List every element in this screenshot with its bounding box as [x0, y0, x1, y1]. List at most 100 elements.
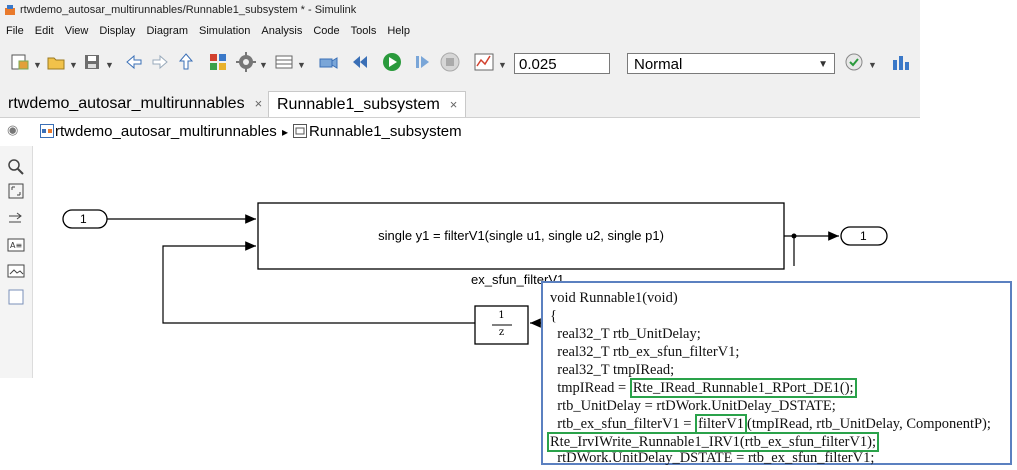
check-circle-icon — [845, 53, 863, 71]
chevron-down-icon: ▼ — [297, 60, 306, 70]
highlight-rte-irviwrite: Rte_IrvIWrite_Runnable1_IRV1(rtb_ex_sfun… — [547, 432, 880, 452]
stop-icon — [440, 52, 460, 72]
svg-text:A≡: A≡ — [10, 241, 22, 250]
fit-to-view-icon[interactable] — [7, 182, 25, 200]
model-tabs: rtwdemo_autosar_multirunnables × Runnable… — [0, 91, 920, 117]
close-icon[interactable]: × — [450, 97, 458, 112]
code-line: rtb_ex_sfun_filterV1 = filterV1 (tmpIRead… — [550, 414, 991, 434]
code-line: real32_T rtb_ex_sfun_filterV1; — [550, 344, 740, 360]
code-text: tmpIRead = — [550, 380, 630, 396]
simulink-app-icon — [5, 5, 15, 15]
stop-button[interactable] — [440, 52, 462, 74]
code-line: { — [550, 308, 557, 324]
outport-label: 1 — [860, 229, 867, 243]
window-title: rtwdemo_autosar_multirunnables/Runnable1… — [20, 4, 357, 16]
tab-runnable1-subsystem[interactable]: Runnable1_subsystem × — [268, 91, 467, 117]
step-back-config-button[interactable] — [318, 52, 340, 74]
chevron-down-icon: ▼ — [868, 60, 877, 70]
breadcrumb: ◉ rtwdemo_autosar_multirunnables ▸ Runna… — [0, 117, 920, 147]
chevron-down-icon: ▼ — [498, 60, 507, 70]
library-browser-icon — [210, 54, 226, 70]
code-line: rtb_UnitDelay = rtDWork.UnitDelay_DSTATE… — [550, 398, 836, 414]
subsystem-icon — [293, 124, 307, 138]
code-line: Rte_IrvIWrite_Runnable1_IRV1(rtb_ex_sfun… — [547, 432, 880, 452]
chevron-down-icon: ▼ — [105, 60, 114, 70]
code-line: void Runnable1(void) — [550, 290, 678, 306]
breadcrumb-separator: ▸ — [282, 125, 289, 139]
stop-time-input[interactable]: 0.025 — [514, 53, 610, 74]
menu-view[interactable]: View — [59, 22, 94, 40]
block-palette: A≡ — [0, 146, 33, 378]
menu-diagram[interactable]: Diagram — [140, 22, 193, 40]
code-line: rtDWork.UnitDelay_DSTATE = rtb_ex_sfun_f… — [550, 450, 875, 466]
model-advisor-button[interactable]: ▼ — [844, 52, 880, 74]
play-icon — [383, 53, 401, 71]
area-icon[interactable] — [7, 288, 25, 306]
arrow-right-icon — [152, 54, 168, 70]
step-back-button[interactable] — [350, 52, 372, 74]
tab-label: Runnable1_subsystem — [277, 96, 440, 113]
menu-edit[interactable]: Edit — [29, 22, 59, 40]
menu-help[interactable]: Help — [381, 22, 415, 40]
new-model-icon — [11, 54, 29, 70]
library-browser-button[interactable] — [208, 52, 230, 74]
save-button[interactable]: ▼ — [82, 52, 116, 74]
model-icon — [40, 124, 54, 138]
folder-icon — [47, 57, 65, 70]
step-back-icon — [353, 56, 367, 68]
up-button[interactable] — [176, 52, 198, 74]
hide-explorer-bar-icon[interactable]: ◉ — [7, 120, 18, 140]
forward-button[interactable] — [150, 52, 172, 74]
tab-label: rtwdemo_autosar_multirunnables — [8, 95, 245, 112]
arrow-left-icon — [126, 54, 142, 70]
delay-numerator: 1 — [498, 310, 505, 321]
step-forward-button[interactable] — [412, 52, 434, 74]
arrows-icon[interactable] — [7, 210, 25, 228]
signal-graph-icon — [474, 53, 494, 71]
breadcrumb-root[interactable]: rtwdemo_autosar_multirunnables — [55, 122, 277, 142]
camera-icon — [319, 57, 338, 69]
menu-tools[interactable]: Tools — [345, 22, 382, 40]
model-settings-button[interactable]: ▼ — [236, 52, 270, 74]
gear-icon — [236, 52, 256, 72]
simulation-mode-select[interactable]: Normal ▼ — [627, 53, 835, 74]
back-button[interactable] — [124, 52, 146, 74]
zoom-icon[interactable] — [7, 158, 25, 176]
save-icon — [85, 55, 99, 69]
code-line: real32_T rtb_UnitDelay; — [550, 326, 701, 342]
menu-display[interactable]: Display — [93, 22, 140, 40]
delay-denominator: z — [498, 327, 505, 338]
data-inspector-button[interactable]: ▼ — [474, 52, 510, 74]
build-button[interactable] — [890, 52, 912, 74]
chevron-down-icon: ▼ — [69, 60, 78, 70]
run-button[interactable] — [382, 52, 404, 74]
generated-code-panel: void Runnable1(void) { real32_T rtb_Unit… — [541, 281, 1012, 466]
menu-simulation[interactable]: Simulation — [193, 22, 255, 40]
toolbar: ▼ ▼ ▼ ▼ ▼ ▼ 0.025 Normal ▼ ▼ — [0, 42, 920, 86]
arrow-up-icon — [178, 53, 194, 70]
simulation-mode-value: Normal — [634, 56, 683, 73]
code-line: tmpIRead = Rte_IRead_Runnable1_RPort_DE1… — [550, 378, 857, 398]
new-model-button[interactable]: ▼ — [10, 52, 44, 74]
menu-code[interactable]: Code — [307, 22, 344, 40]
model-explorer-button[interactable]: ▼ — [274, 52, 308, 74]
close-icon[interactable]: × — [255, 96, 263, 111]
annotation-icon[interactable]: A≡ — [7, 236, 25, 254]
chevron-down-icon: ▼ — [259, 60, 268, 70]
title-bar: rtwdemo_autosar_multirunnables/Runnable1… — [0, 0, 920, 20]
chevron-down-icon: ▼ — [818, 59, 828, 70]
tab-rtwdemo-autosar-multirunnables[interactable]: rtwdemo_autosar_multirunnables × — [0, 91, 270, 116]
highlight-rte-iread: Rte_IRead_Runnable1_RPort_DE1(); — [629, 378, 857, 398]
menu-analysis[interactable]: Analysis — [255, 22, 307, 40]
menu-bar: File Edit View Display Diagram Simulatio… — [0, 22, 415, 40]
open-button[interactable]: ▼ — [46, 52, 80, 74]
breadcrumb-child[interactable]: Runnable1_subsystem — [309, 122, 462, 142]
code-line: real32_T tmpIRead; — [550, 362, 675, 378]
code-text: (tmpIRead, rtb_UnitDelay, ComponentP); — [747, 416, 991, 432]
menu-file[interactable]: File — [0, 22, 29, 40]
code-text: rtb_ex_sfun_filterV1 = — [550, 416, 696, 432]
image-icon[interactable] — [7, 262, 25, 280]
chevron-down-icon: ▼ — [33, 60, 42, 70]
step-forward-icon — [416, 56, 429, 68]
data-table-icon — [275, 55, 293, 69]
